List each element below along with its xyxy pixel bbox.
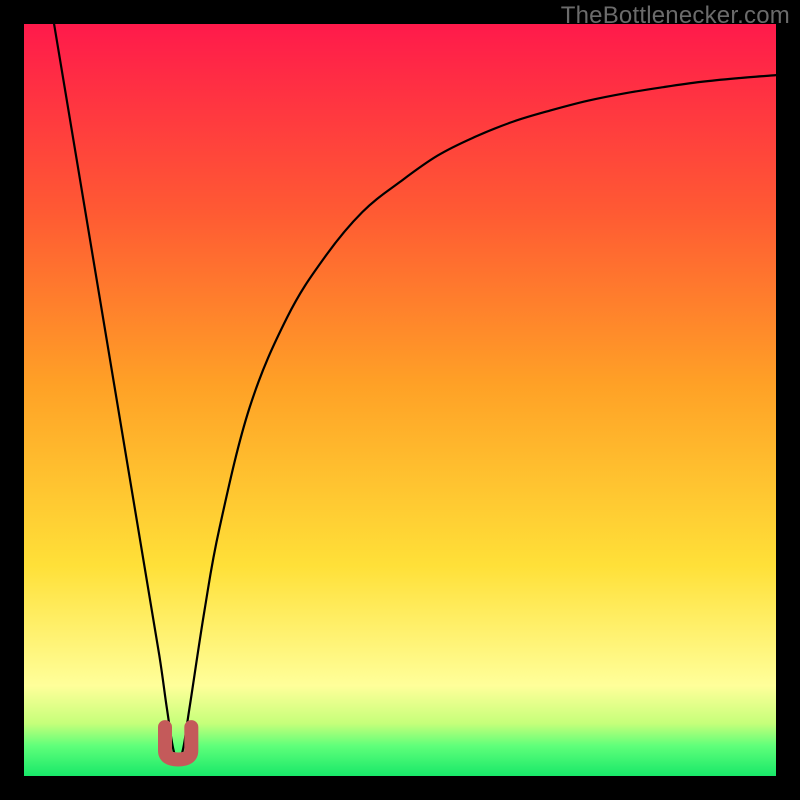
- cusp-marker: [165, 727, 191, 759]
- plot-area: [24, 24, 776, 776]
- curve-layer: [24, 24, 776, 776]
- bottleneck-curve: [54, 24, 776, 760]
- chart-frame: TheBottlenecker.com: [0, 0, 800, 800]
